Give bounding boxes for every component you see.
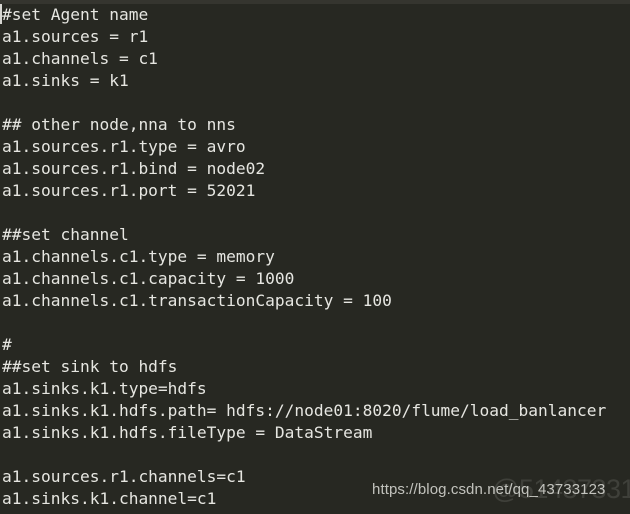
code-editor-window: #set Agent name a1.sources = r1 a1.chann…: [0, 0, 630, 514]
code-line: #set Agent name: [2, 5, 149, 24]
code-line: a1.sinks.k1.type=hdfs: [2, 379, 207, 398]
code-line: a1.channels.c1.type = memory: [2, 247, 275, 266]
code-line: a1.sources.r1.type = avro: [2, 137, 246, 156]
code-text-area[interactable]: #set Agent name a1.sources = r1 a1.chann…: [2, 4, 630, 510]
code-line: a1.sources.r1.port = 52021: [2, 181, 256, 200]
csdn-url-watermark: https://blog.csdn.net/qq_43733123: [372, 481, 606, 498]
code-line: ##set channel: [2, 225, 129, 244]
code-line: a1.sinks.k1.hdfs.fileType = DataStream: [2, 423, 373, 442]
code-line: a1.sinks.k1.hdfs.path= hdfs://node01:802…: [2, 401, 607, 420]
code-line: ##set sink to hdfs: [2, 357, 178, 376]
code-line: #: [2, 335, 12, 354]
code-line: a1.channels.c1.transactionCapacity = 100: [2, 291, 392, 310]
code-line: a1.channels.c1.capacity = 1000: [2, 269, 295, 288]
code-line: a1.sources.r1.bind = node02: [2, 159, 266, 178]
code-line: ## other node,nna to nns: [2, 115, 236, 134]
code-line: a1.sources = r1: [2, 27, 149, 46]
code-line: a1.sinks = k1: [2, 71, 129, 90]
code-line: a1.channels = c1: [2, 49, 158, 68]
